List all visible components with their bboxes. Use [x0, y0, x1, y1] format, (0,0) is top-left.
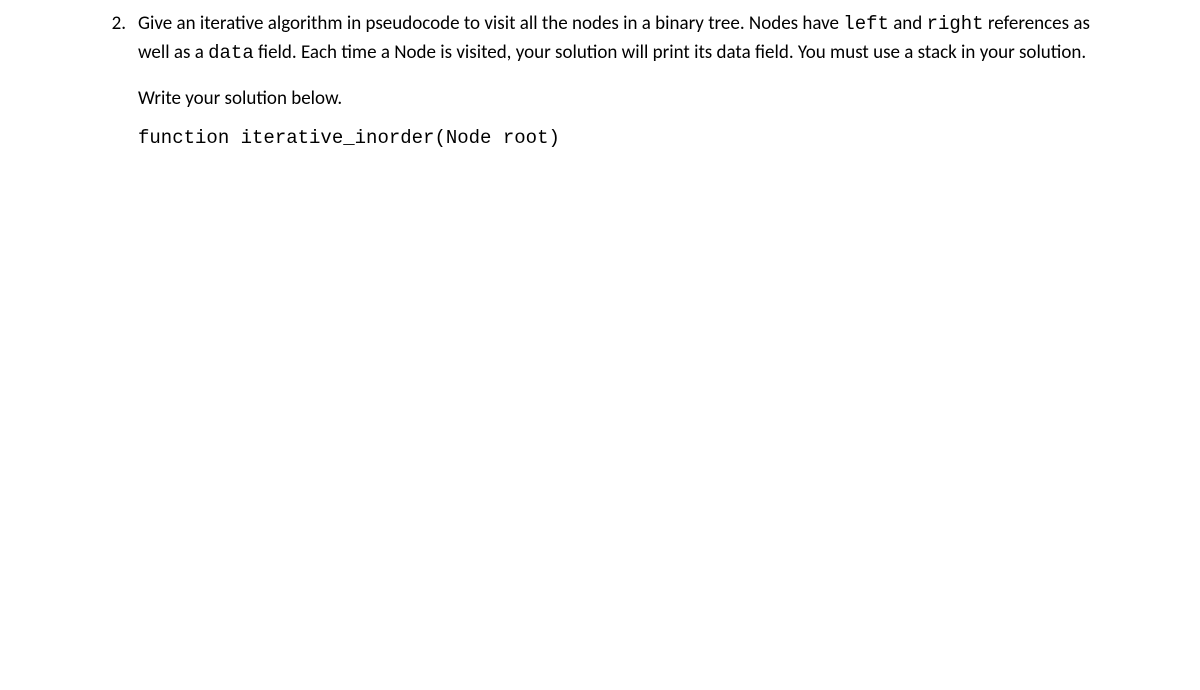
instruction-text: Write your solution below. — [138, 85, 1102, 114]
question-text: Give an iterative algorithm in pseudocod… — [138, 10, 1102, 67]
text-segment: and — [889, 12, 927, 35]
code-token-left: left — [843, 13, 889, 35]
code-token-data: data — [208, 42, 254, 64]
text-segment: Give an iterative algorithm in pseudocod… — [138, 12, 843, 35]
question-number: 2. — [98, 10, 138, 39]
document-page: 2. Give an iterative algorithm in pseudo… — [0, 0, 1200, 152]
text-segment: field. Each time a Node is visited, your… — [254, 41, 1086, 64]
function-signature: function iterative_inorder(Node root) — [138, 124, 1102, 153]
question-body: Give an iterative algorithm in pseudocod… — [138, 10, 1102, 152]
question-item: 2. Give an iterative algorithm in pseudo… — [98, 10, 1102, 152]
code-token-right: right — [927, 13, 984, 35]
